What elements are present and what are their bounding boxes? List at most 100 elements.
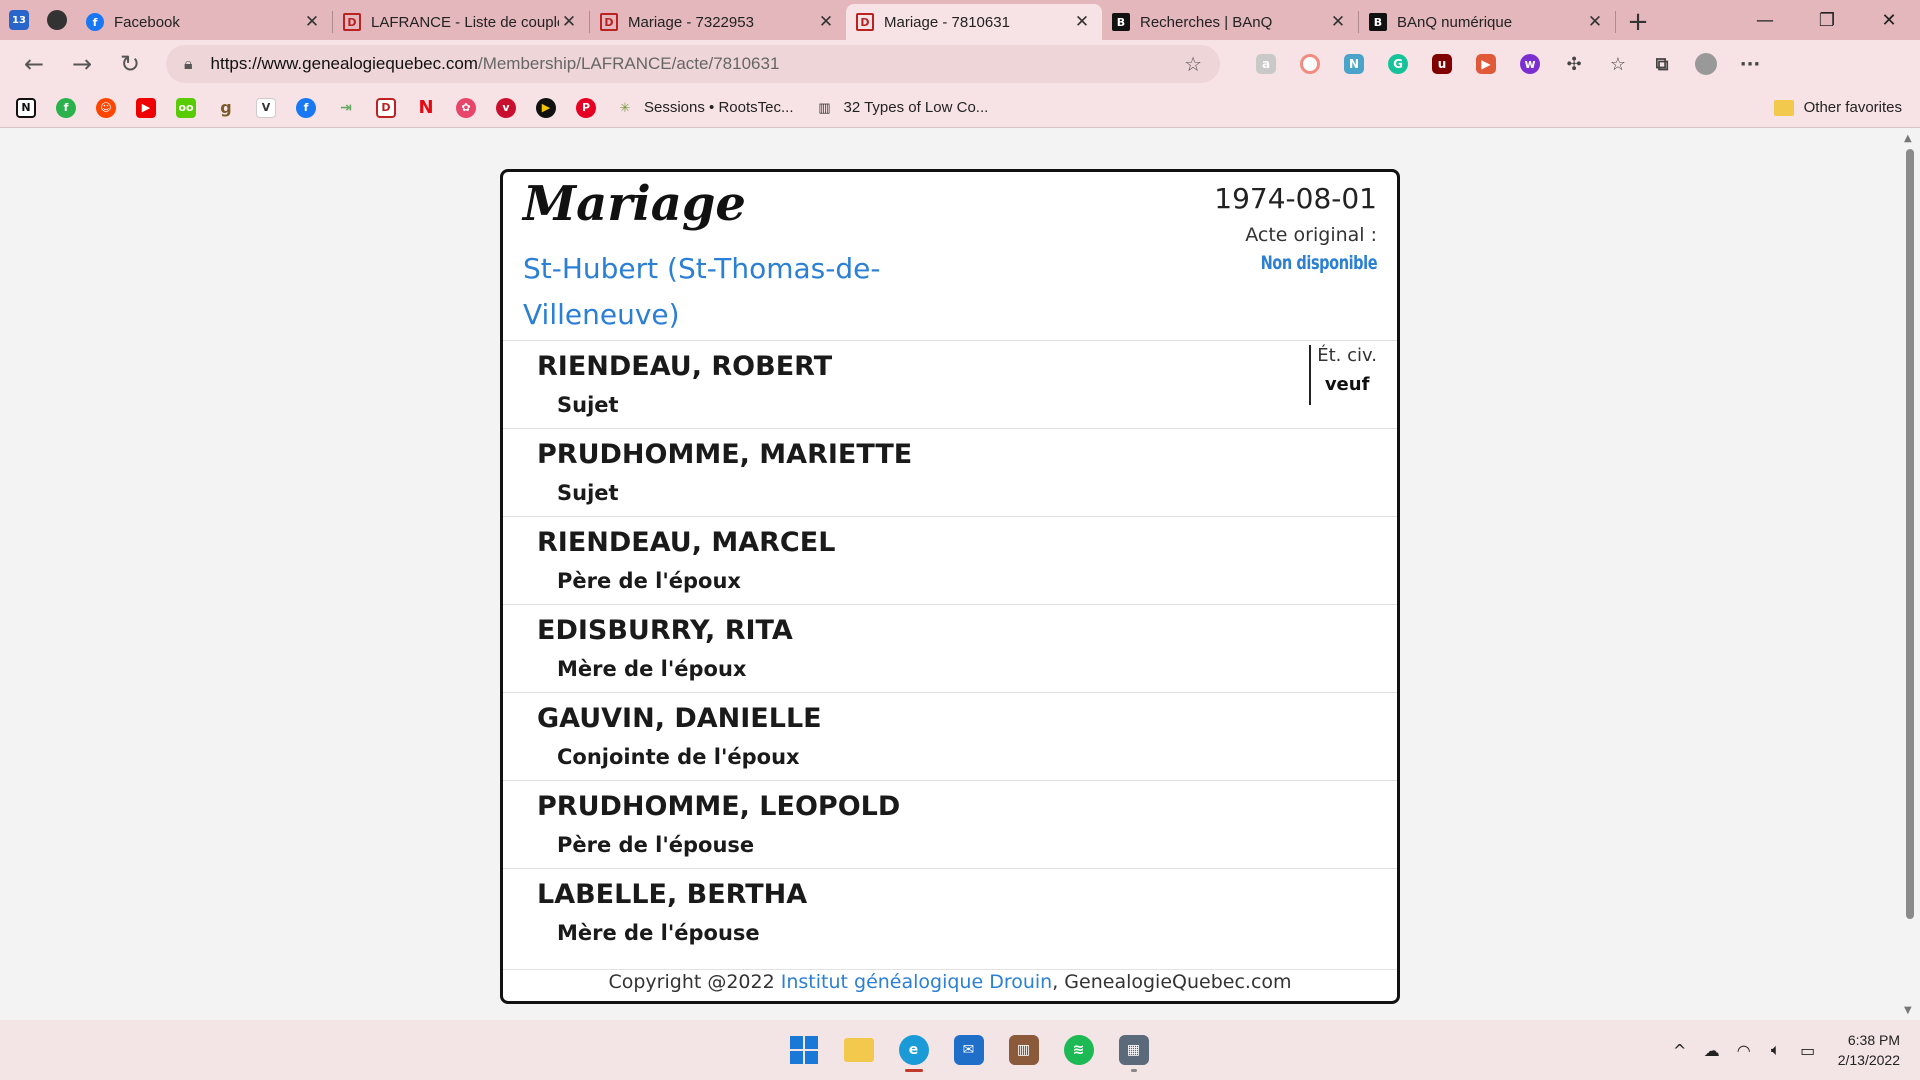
clock[interactable]: 6:38 PM 2/13/2022 — [1838, 1030, 1900, 1070]
battery-icon[interactable]: ▭ — [1792, 1041, 1824, 1060]
pinterest-icon[interactable]: P — [576, 97, 596, 118]
tab-lafrance-couples[interactable]: D LAFRANCE - Liste de couples ✕ — [333, 4, 589, 40]
page-scrollbar[interactable]: ▲ ▼ — [1900, 129, 1920, 1020]
person-row: RIENDEAU, MARCEL Père de l'époux — [503, 517, 1397, 605]
profile-button[interactable] — [1684, 44, 1728, 84]
window-controls: — ❐ ✕ — [1734, 0, 1920, 40]
url-text[interactable]: https://www.genealogiequebec.com/Members… — [211, 54, 1185, 74]
pinned-tab-calendar[interactable]: 13 — [0, 0, 38, 40]
books-icon: ▥ — [1008, 1035, 1039, 1065]
person-name[interactable]: LABELLE, BERTHA — [537, 879, 807, 910]
new-tab-button[interactable]: + — [1616, 4, 1660, 40]
extension-4[interactable]: G — [1376, 44, 1420, 84]
tab-banq-numerique[interactable]: B BAnQ numérique ✕ — [1359, 4, 1615, 40]
refresh-button[interactable]: ↻ — [106, 44, 154, 84]
taskbar-mail[interactable]: ✉ — [941, 1028, 996, 1072]
vivaldi-icon[interactable]: V — [256, 97, 276, 118]
tab-mariage-7322953[interactable]: D Mariage - 7322953 ✕ — [590, 4, 846, 40]
close-icon[interactable]: ✕ — [816, 12, 836, 32]
close-icon[interactable]: ✕ — [1072, 12, 1092, 32]
close-icon[interactable]: ✕ — [559, 12, 579, 32]
flower-bookmark-icon[interactable]: ✿ — [456, 97, 476, 118]
pinned-tab-profile[interactable] — [38, 0, 76, 40]
close-window-button[interactable]: ✕ — [1858, 0, 1920, 40]
start-button[interactable] — [776, 1028, 831, 1072]
restore-button[interactable]: ❐ — [1796, 0, 1858, 40]
reddit-icon[interactable]: ☺ — [96, 97, 116, 118]
close-icon[interactable]: ✕ — [302, 12, 322, 32]
onedrive-icon[interactable]: ☁ — [1696, 1041, 1728, 1060]
taskbar-file-explorer[interactable] — [831, 1028, 886, 1072]
edge-icon: e — [898, 1035, 929, 1065]
tab-title: Mariage - 7810631 — [884, 13, 1010, 31]
volume-icon[interactable]: 🔈︎ — [1760, 1040, 1792, 1060]
tab-recherches-banq[interactable]: B Recherches | BAnQ ✕ — [1102, 4, 1358, 40]
tab-facebook[interactable]: f Facebook ✕ — [76, 4, 332, 40]
notes-extension-icon: N — [1344, 54, 1364, 74]
purple-extension-icon: w — [1520, 54, 1540, 74]
wifi-icon[interactable]: ◠ — [1728, 1041, 1760, 1060]
play-bookmark-icon[interactable]: ▶ — [536, 97, 556, 118]
notion-icon[interactable]: N — [16, 97, 36, 118]
taskbar-spotify[interactable]: ≋ — [1051, 1028, 1106, 1072]
other-favorites[interactable]: Other favorites — [1773, 99, 1902, 116]
record-date: 1974-08-01 — [1214, 182, 1377, 215]
duolingo-icon[interactable]: oo — [176, 97, 196, 118]
original-record-status[interactable]: Non disponible — [1260, 252, 1377, 274]
forward-button[interactable]: → — [58, 44, 106, 84]
person-name[interactable]: EDISBURRY, RITA — [537, 615, 793, 646]
lock-icon: 🔒︎ — [184, 54, 193, 73]
tab-bar: 13 f Facebook ✕ D LAFRANCE - Liste de co… — [0, 0, 1920, 40]
netflix-icon[interactable]: N — [416, 97, 436, 118]
extension-5[interactable]: u — [1420, 44, 1464, 84]
close-icon[interactable]: ✕ — [1585, 12, 1605, 32]
taskbar-calculator[interactable]: ▦ — [1106, 1028, 1161, 1072]
bookmark-sessions-rootstech[interactable]: ✳ Sessions • RootsTec... — [616, 99, 794, 117]
person-role: Mère de l'épouse — [557, 921, 760, 945]
taskbar-books[interactable]: ▥ — [996, 1028, 1051, 1072]
goodreads-icon[interactable]: g — [216, 98, 236, 118]
settings-menu-button[interactable]: ··· — [1728, 44, 1772, 84]
vivino-icon[interactable]: v — [496, 97, 516, 118]
person-role: Mère de l'époux — [557, 657, 747, 681]
feedly-icon[interactable]: f — [56, 97, 76, 118]
scroll-up-icon[interactable]: ▲ — [1904, 133, 1912, 144]
extension-1[interactable]: a — [1244, 44, 1288, 84]
genealogie-icon[interactable]: D — [376, 97, 396, 118]
extension-2[interactable] — [1288, 44, 1332, 84]
tab-mariage-7810631[interactable]: D Mariage - 7810631 ✕ — [846, 4, 1102, 40]
record-place-link[interactable]: St-Hubert (St-Thomas-de-Villeneuve) — [523, 246, 943, 338]
person-name[interactable]: PRUDHOMME, MARIETTE — [537, 439, 912, 470]
extension-3[interactable]: N — [1332, 44, 1376, 84]
arrow-bookmark-icon[interactable]: ⇥ — [336, 98, 356, 118]
facebook-icon[interactable]: f — [296, 97, 316, 118]
taskbar-edge[interactable]: e — [886, 1028, 941, 1072]
close-icon[interactable]: ✕ — [1328, 12, 1348, 32]
person-name[interactable]: RIENDEAU, MARCEL — [537, 527, 835, 558]
bookmark-low-code[interactable]: ▥ 32 Types of Low Co... — [815, 99, 988, 117]
collections-button[interactable]: ⧉ — [1640, 44, 1684, 84]
active-indicator — [904, 1069, 923, 1072]
add-favorite-icon[interactable]: ☆ — [1184, 52, 1202, 76]
extension-6[interactable]: ▶ — [1464, 44, 1508, 84]
person-row: RIENDEAU, ROBERT Sujet Ét. civ. veuf — [503, 341, 1397, 429]
extension-7[interactable]: w — [1508, 44, 1552, 84]
person-role: Père de l'épouse — [557, 833, 755, 857]
taskbar-apps: e ✉ ▥ ≋ ▦ — [776, 1028, 1161, 1072]
browser-toolbar: ← → ↻ 🔒︎ https://www.genealogiequebec.co… — [0, 40, 1920, 88]
back-button[interactable]: ← — [10, 44, 58, 84]
favorites-button[interactable]: ☆ — [1596, 44, 1640, 84]
person-name[interactable]: PRUDHOMME, LEOPOLD — [537, 791, 900, 822]
youtube-icon[interactable]: ▶ — [136, 97, 156, 118]
minimize-button[interactable]: — — [1734, 0, 1796, 40]
copyright-text: Copyright @2022 — [608, 971, 781, 993]
scroll-thumb[interactable] — [1906, 149, 1914, 919]
drouin-institute-link[interactable]: Institut généalogique Drouin — [781, 971, 1052, 993]
scroll-down-icon[interactable]: ▼ — [1904, 1005, 1912, 1016]
extensions-button[interactable]: ✣ — [1552, 44, 1596, 84]
person-name[interactable]: GAUVIN, DANIELLE — [537, 703, 822, 734]
address-bar[interactable]: 🔒︎ https://www.genealogiequebec.com/Memb… — [166, 45, 1220, 83]
record-extension-icon — [1300, 54, 1320, 74]
chevron-up-icon[interactable]: ^ — [1664, 1041, 1696, 1060]
person-name[interactable]: RIENDEAU, ROBERT — [537, 351, 832, 382]
